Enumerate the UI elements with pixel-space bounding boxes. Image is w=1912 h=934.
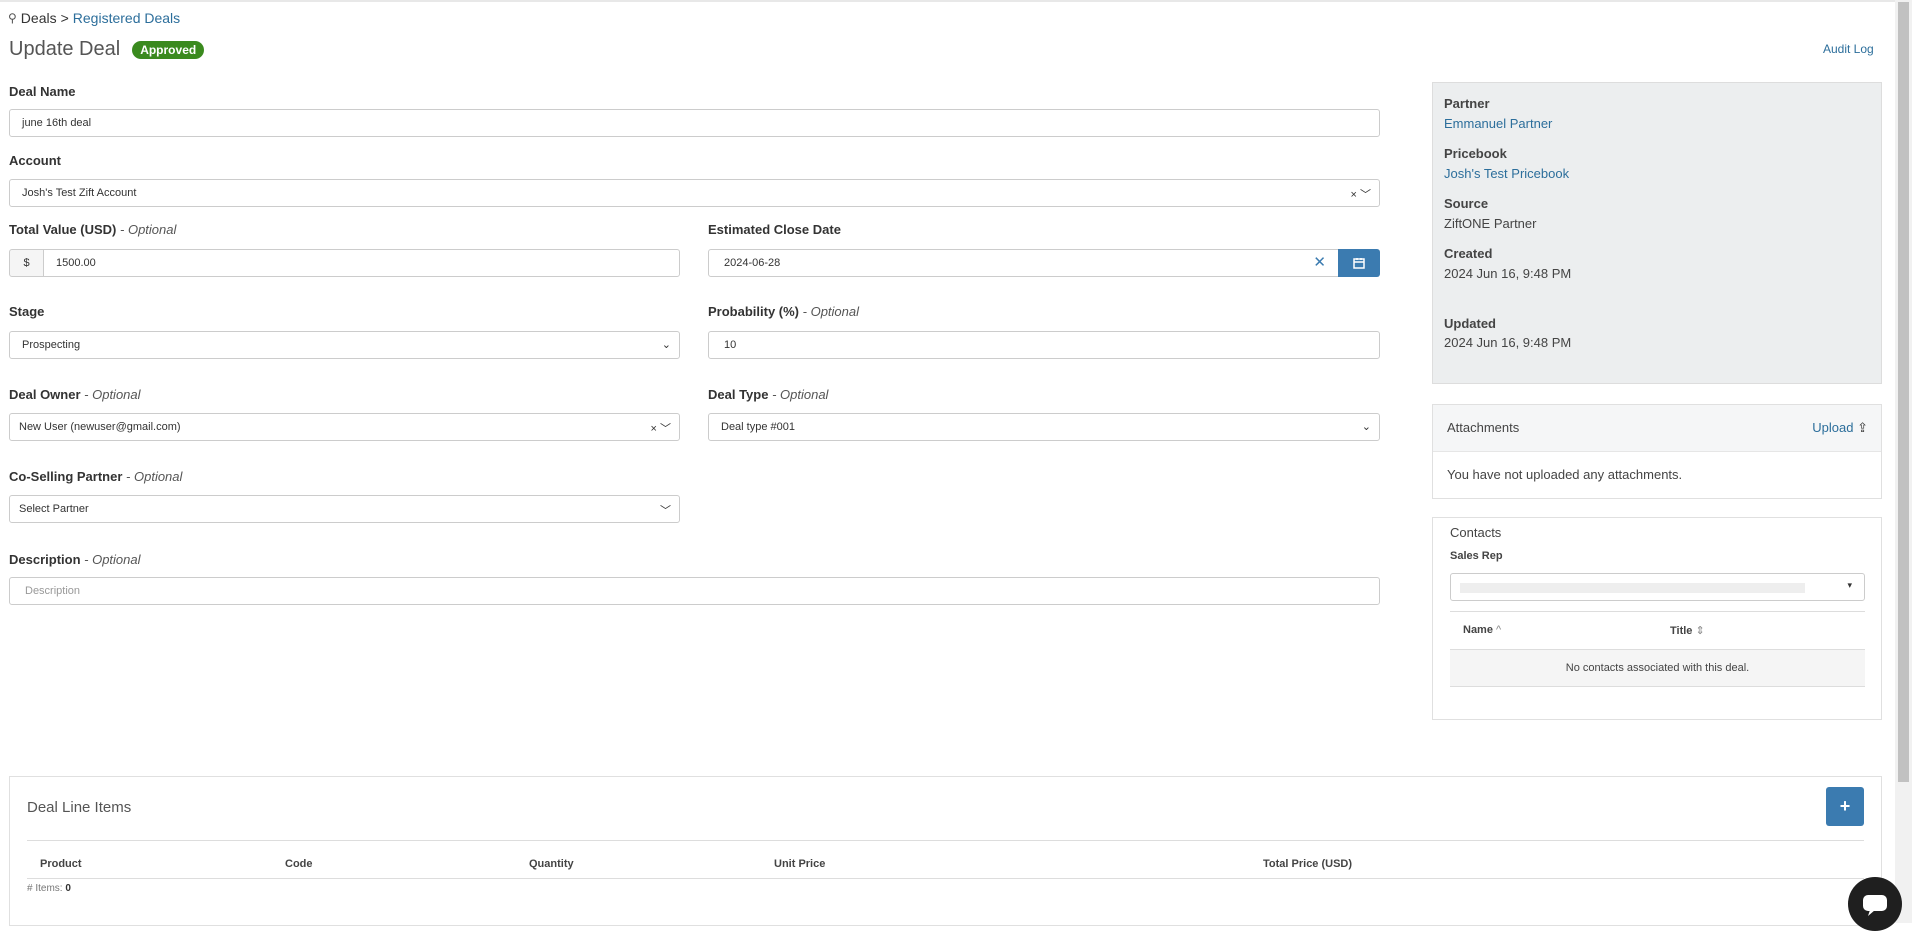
account-label: Account — [9, 153, 61, 168]
sales-rep-select[interactable]: ▾ — [1450, 573, 1865, 601]
page-title: Update Deal — [9, 38, 121, 60]
co-selling-label: Co-Selling Partner - Optional — [9, 469, 183, 484]
attachments-empty: You have not uploaded any attachments. — [1447, 467, 1683, 482]
created-value: 2024 Jun 16, 9:48 PM — [1444, 266, 1572, 281]
attachments-title: Attachments — [1447, 420, 1520, 435]
close-date-value: 2024-06-28 — [724, 257, 781, 269]
col-unit-price[interactable]: Unit Price — [774, 858, 825, 870]
account-select[interactable]: Josh's Test Zift Account × ﹀ — [9, 179, 1380, 207]
source-label: Source — [1444, 196, 1489, 211]
sales-rep-label: Sales Rep — [1450, 550, 1503, 562]
deal-name-label: Deal Name — [9, 84, 76, 99]
upload-button[interactable]: Upload ⇪ — [1812, 420, 1868, 436]
co-selling-value: Select Partner — [19, 503, 89, 515]
status-badge: Approved — [132, 40, 205, 59]
chevron-down-icon: ⌄ — [661, 339, 671, 351]
total-value-input[interactable]: 1500.00 — [43, 249, 680, 277]
items-count: # Items: 0 — [27, 883, 71, 894]
probability-value: 10 — [724, 339, 737, 351]
calendar-button[interactable] — [1338, 249, 1380, 277]
deal-type-select[interactable]: Deal type #001 ⌄ — [708, 413, 1380, 441]
description-input[interactable]: Description — [9, 577, 1380, 605]
stage-label: Stage — [9, 304, 45, 319]
stage-value: Prospecting — [22, 339, 81, 351]
total-value-value: 1500.00 — [56, 257, 96, 269]
add-line-item-button[interactable]: + — [1826, 787, 1864, 826]
contacts-col-title[interactable]: Title ⇕ — [1670, 624, 1705, 637]
page-title-row: Update Deal Approved — [9, 38, 205, 61]
currency-addon: $ — [9, 249, 44, 277]
sales-rep-placeholder — [1460, 583, 1805, 593]
line-items-title: Deal Line Items — [27, 799, 132, 816]
deal-owner-value: New User (newuser@gmail.com) — [19, 421, 181, 433]
upload-icon: ⇪ — [1857, 420, 1868, 435]
col-total-price[interactable]: Total Price (USD) — [1263, 858, 1352, 870]
close-date-input[interactable]: 2024-06-28 ✕ — [708, 249, 1339, 277]
pricebook-link[interactable]: Josh's Test Pricebook — [1444, 166, 1569, 181]
updated-label: Updated — [1444, 316, 1496, 331]
account-value: Josh's Test Zift Account — [22, 187, 137, 199]
chevron-down-icon: ﹀ — [660, 505, 671, 517]
sort-asc-icon: ^ — [1496, 624, 1502, 636]
chevron-down-icon: ﹀ — [660, 423, 671, 435]
clear-icon[interactable]: × ﹀ — [651, 420, 671, 436]
deal-info-panel: Partner Emmanuel Partner Pricebook Josh'… — [1432, 82, 1882, 384]
deal-type-value: Deal type #001 — [721, 421, 795, 433]
probability-label: Probability (%) - Optional — [708, 304, 860, 319]
chevron-down-icon: ⌄ — [1361, 421, 1371, 433]
scrollbar[interactable] — [1895, 0, 1912, 923]
co-selling-select[interactable]: Select Partner ﹀ — [9, 495, 680, 523]
col-quantity[interactable]: Quantity — [529, 858, 574, 870]
deal-name-input[interactable]: june 16th deal — [9, 109, 1380, 137]
breadcrumb-current[interactable]: Registered Deals — [73, 10, 180, 26]
total-value-label: Total Value (USD) - Optional — [9, 222, 177, 237]
contacts-empty: No contacts associated with this deal. — [1450, 649, 1865, 687]
audit-log-link[interactable]: Audit Log — [1823, 42, 1874, 56]
partner-label: Partner — [1444, 96, 1490, 111]
breadcrumb-root[interactable]: Deals — [21, 10, 57, 26]
breadcrumb-separator: > — [60, 10, 69, 26]
source-value: ZiftONE Partner — [1444, 216, 1537, 231]
clear-date-icon[interactable]: ✕ — [1313, 253, 1326, 271]
deal-owner-select[interactable]: New User (newuser@gmail.com) × ﹀ — [9, 413, 680, 441]
pricebook-label: Pricebook — [1444, 146, 1507, 161]
chevron-down-icon: ﹀ — [1360, 189, 1371, 201]
description-label: Description - Optional — [9, 552, 141, 567]
contacts-col-name[interactable]: Name ^ — [1463, 624, 1501, 636]
sort-icon: ⇕ — [1695, 625, 1705, 637]
probability-input[interactable]: 10 — [708, 331, 1380, 359]
clear-icon[interactable]: × ﹀ — [1351, 186, 1371, 202]
deal-owner-label: Deal Owner - Optional — [9, 387, 141, 402]
close-date-label: Estimated Close Date — [708, 222, 841, 237]
updated-value: 2024 Jun 16, 9:48 PM — [1444, 335, 1572, 350]
line-items-panel — [9, 776, 1882, 926]
caret-down-icon: ▾ — [1847, 580, 1852, 590]
contacts-title: Contacts — [1450, 525, 1502, 540]
breadcrumb: ⚲ Deals > Registered Deals — [8, 10, 180, 26]
partner-link[interactable]: Emmanuel Partner — [1444, 116, 1552, 131]
created-label: Created — [1444, 246, 1493, 261]
calendar-icon — [1353, 258, 1365, 269]
description-placeholder: Description — [25, 585, 81, 597]
contacts-panel: Contacts Sales Rep ▾ Name ^ Title ⇕ No c… — [1432, 517, 1882, 720]
deal-name-value: june 16th deal — [22, 117, 92, 129]
deal-type-label: Deal Type - Optional — [708, 387, 829, 402]
col-code[interactable]: Code — [285, 858, 313, 870]
col-product[interactable]: Product — [40, 858, 82, 870]
handshake-icon: ⚲ — [8, 11, 17, 25]
stage-select[interactable]: Prospecting ⌄ — [9, 331, 680, 359]
scrollbar-thumb[interactable] — [1898, 2, 1909, 782]
attachments-panel: Attachments Upload ⇪ You have not upload… — [1432, 404, 1882, 499]
